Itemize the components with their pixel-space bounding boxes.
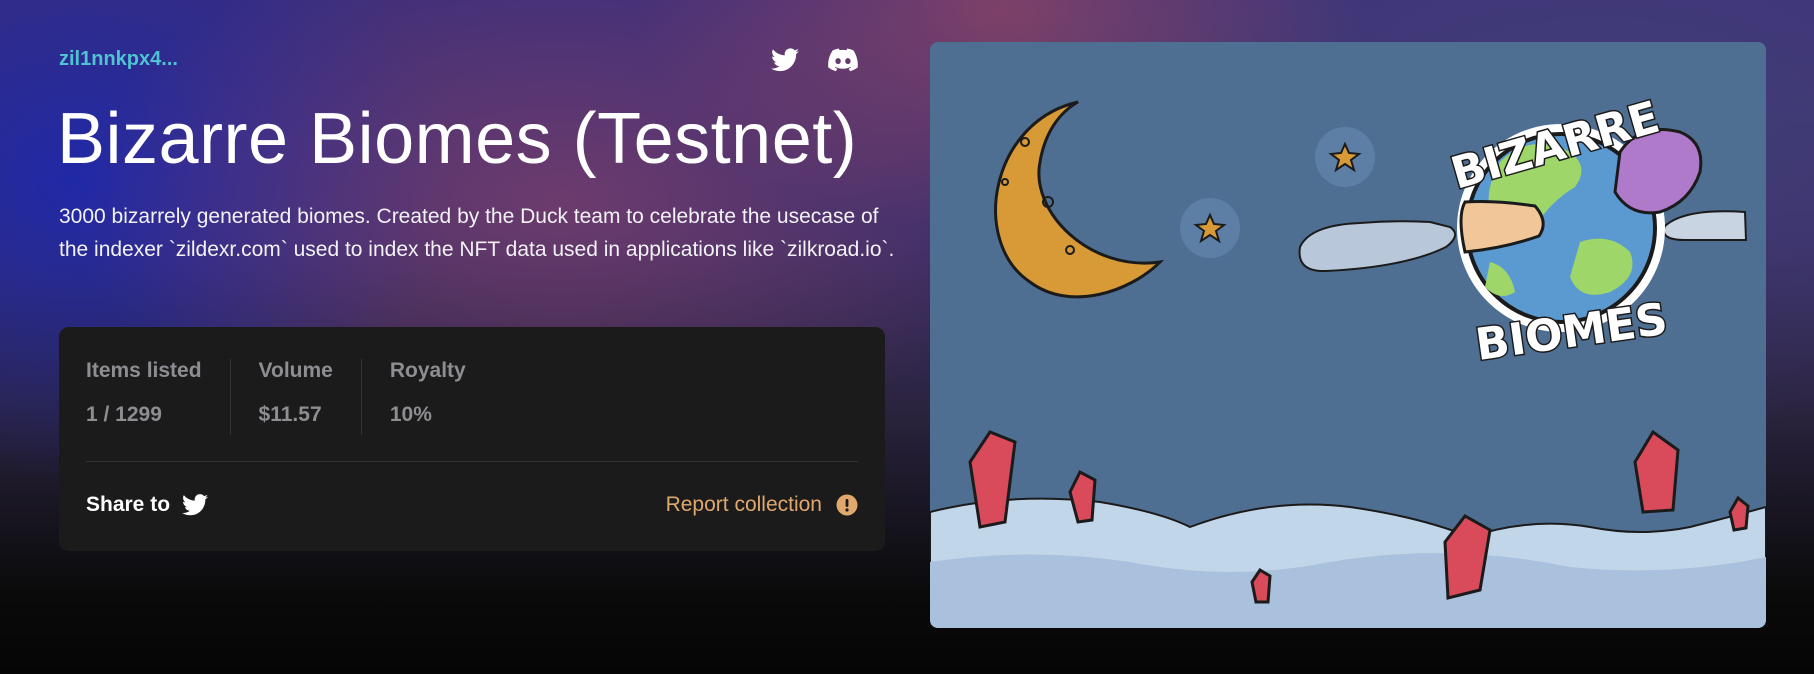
owner-address-link[interactable]: zil1nnkpx4... [59,48,178,71]
stats-row: Items listed 1 / 1299 Volume $11.57 Roya… [86,359,522,435]
twitter-link[interactable] [769,44,801,76]
discord-link[interactable] [827,44,859,76]
report-collection-button[interactable]: Report collection [666,493,858,517]
collection-description: 3000 bizarrely generated biomes. Created… [59,205,895,261]
stat-value: 1 / 1299 [86,403,162,426]
stat-volume: Volume $11.57 [259,359,362,435]
stat-value: 10% [389,403,432,426]
share-label: Share to [86,493,171,516]
report-label: Report collection [665,493,822,516]
stat-label: Items listed [86,359,202,382]
alert-circle-icon [836,494,858,516]
stat-items-listed: Items listed 1 / 1299 [86,359,231,435]
discord-icon [828,48,858,72]
collection-banner-image: BIZARRE BIOMES [930,42,1766,628]
banner-illustration: BIZARRE BIOMES [930,90,1766,628]
collection-title: Bizarre Biomes (Testnet) [57,99,858,179]
collection-hero: zil1nnkpx4... Bizarre Biomes (Testnet) 3… [0,0,1814,674]
stat-label: Volume [258,359,333,382]
twitter-icon [771,48,799,72]
social-links [769,44,859,76]
twitter-icon [182,494,209,516]
share-to-twitter-button[interactable]: Share to [86,493,209,517]
stat-value: $11.57 [258,403,322,426]
stats-divider [86,461,858,462]
stat-royalty: Royalty 10% [390,359,494,435]
stats-card: Items listed 1 / 1299 Volume $11.57 Roya… [59,327,885,551]
stat-label: Royalty [389,359,466,382]
